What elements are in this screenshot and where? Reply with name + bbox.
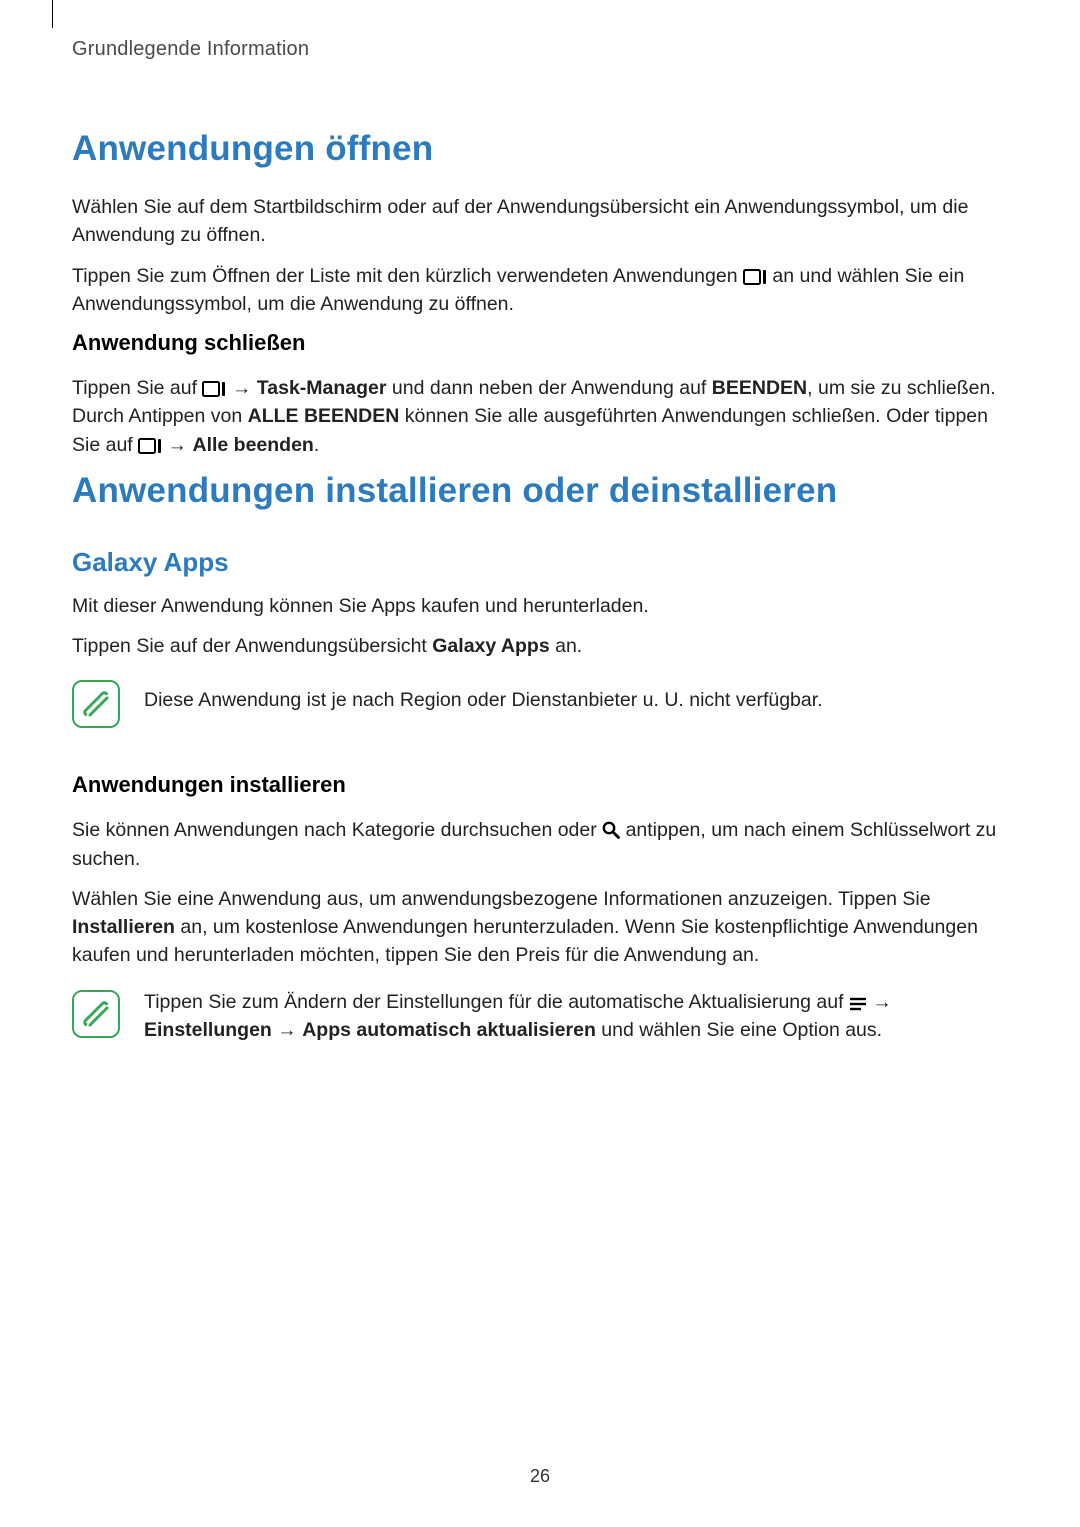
section-title-install-uninstall: Anwendungen installieren oder deinstalli… [72, 471, 1010, 511]
text: → [162, 434, 192, 456]
bold-text: Alle beenden [192, 434, 313, 456]
text: Sie können Anwendungen nach Kategorie du… [72, 819, 602, 841]
note-block: Diese Anwendung ist je nach Region oder … [72, 678, 1010, 728]
paragraph: Wählen Sie eine Anwendung aus, um anwend… [72, 885, 1010, 970]
subsection-title-install-apps: Anwendungen installieren [72, 772, 1010, 798]
paragraph: Tippen Sie auf → Task-Manager und dann n… [72, 374, 1010, 459]
paragraph: Wählen Sie auf dem Startbildschirm oder … [72, 193, 1010, 250]
note-text: Tippen Sie zum Ändern der Einstellungen … [144, 988, 1010, 1045]
top-rule-mark [52, 0, 53, 28]
bold-text: Galaxy Apps [432, 635, 549, 657]
bold-text: Apps automatisch aktualisieren [302, 1019, 596, 1041]
search-icon [602, 821, 620, 839]
text: Tippen Sie auf der Anwendungsübersicht [72, 635, 432, 657]
bold-text: Einstellungen [144, 1019, 272, 1041]
paragraph: Sie können Anwendungen nach Kategorie du… [72, 816, 1010, 873]
page-header: Grundlegende Information [72, 38, 1010, 61]
bold-text: BEENDEN [712, 377, 807, 399]
text: → [226, 377, 256, 399]
text: . [314, 434, 319, 456]
text: Tippen Sie auf [72, 377, 202, 399]
text: an, um kostenlose Anwendungen herunterzu… [72, 916, 978, 966]
bold-text: Task-Manager [257, 377, 387, 399]
text: → [272, 1019, 302, 1041]
paragraph: Mit dieser Anwendung können Sie Apps kau… [72, 592, 1010, 620]
note-text: Diese Anwendung ist je nach Region oder … [144, 678, 823, 714]
text: → [867, 991, 892, 1013]
document-page: Grundlegende Information Anwendungen öff… [0, 0, 1080, 1044]
recent-apps-icon [138, 437, 162, 455]
text: Tippen Sie zum Ändern der Einstellungen … [144, 991, 849, 1013]
section-title-open-apps: Anwendungen öffnen [72, 129, 1010, 169]
menu-icon [849, 995, 867, 1013]
paragraph: Tippen Sie zum Öffnen der Liste mit den … [72, 262, 1010, 319]
recent-apps-icon [743, 268, 767, 286]
bold-text: Installieren [72, 916, 175, 938]
text: und wählen Sie eine Option aus. [596, 1019, 882, 1041]
note-block: Tippen Sie zum Ändern der Einstellungen … [72, 988, 1010, 1045]
text: Wählen Sie eine Anwendung aus, um anwend… [72, 888, 931, 910]
text: und dann neben der Anwendung auf [386, 377, 711, 399]
text: Tippen Sie zum Öffnen der Liste mit den … [72, 265, 743, 287]
recent-apps-icon [202, 380, 226, 398]
page-number: 26 [0, 1466, 1080, 1487]
text: an. [550, 635, 583, 657]
paragraph: Tippen Sie auf der Anwendungsübersicht G… [72, 632, 1010, 660]
note-icon [72, 680, 120, 728]
subsection-title-galaxy-apps: Galaxy Apps [72, 547, 1010, 578]
subsection-title-close-app: Anwendung schließen [72, 330, 1010, 356]
note-icon [72, 990, 120, 1038]
bold-text: ALLE BEENDEN [248, 405, 400, 427]
